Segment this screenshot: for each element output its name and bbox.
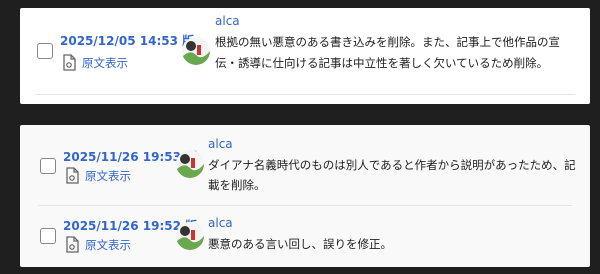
revision-checkbox[interactable] [40, 228, 56, 244]
revision-date-link[interactable]: 2025/12/05 14:53 版 [60, 32, 194, 49]
document-icon [63, 54, 76, 71]
view-source-link[interactable]: 原文表示 [65, 167, 131, 184]
view-source-link[interactable]: 原文表示 [65, 236, 131, 253]
revision-row: 2025/12/05 14:53 版 原文表示 alca 根拠の無い悪意のある書… [20, 8, 590, 104]
avatar-image [182, 37, 210, 65]
revision-row: 2025/11/26 19:52 版 原文表示 alca 悪意のある言い回し、誤… [20, 207, 590, 267]
view-source-label: 原文表示 [85, 168, 131, 183]
user-link[interactable]: alca [208, 216, 233, 230]
revision-row: 2025/11/26 19:53 版 原文表示 alca ダイアナ名義時代のもの… [20, 125, 590, 206]
edit-summary-line-1: 悪意のある言い回し、誤りを修正。 [208, 237, 392, 251]
edit-summary-line-2: 伝・誘導に仕向ける記事は中立性を著しく欠いているため削除。 [215, 56, 549, 70]
document-icon [66, 236, 79, 253]
user-avatar[interactable] [182, 37, 210, 65]
view-source-link[interactable]: 原文表示 [62, 54, 128, 71]
user-avatar[interactable] [176, 222, 204, 250]
revision-checkbox[interactable] [40, 158, 56, 174]
row-divider [38, 205, 572, 206]
view-source-label: 原文表示 [85, 237, 131, 252]
revision-checkbox[interactable] [37, 43, 53, 59]
edit-summary-line-2: 載を削除。 [208, 178, 266, 192]
document-icon [66, 167, 79, 184]
revision-panel: 2025/12/05 14:53 版 原文表示 alca 根拠の無い悪意のある書… [20, 8, 590, 104]
user-avatar[interactable] [176, 150, 204, 178]
edit-summary-line-1: ダイアナ名義時代のものは別人であると作者から説明があったため、記 [208, 158, 576, 172]
edit-summary-line-1: 根拠の無い悪意のある書き込みを削除。また、記事上で他作品の宣 [215, 35, 560, 49]
revision-panel: 2025/11/26 19:53 版 原文表示 alca ダイアナ名義時代のもの… [20, 125, 590, 267]
view-source-label: 原文表示 [82, 55, 128, 70]
user-link[interactable]: alca [215, 14, 240, 28]
avatar-image [176, 222, 204, 250]
avatar-image [176, 150, 204, 178]
row-divider [35, 94, 575, 95]
user-link[interactable]: alca [208, 137, 233, 151]
